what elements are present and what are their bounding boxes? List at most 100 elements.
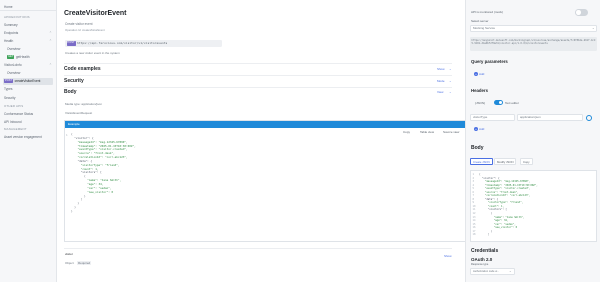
divider: [64, 248, 452, 249]
sidebar-item[interactable]: Summary: [4, 22, 53, 29]
method-badge: POST: [4, 78, 14, 84]
create-json-button[interactable]: Create JSON: [470, 158, 493, 165]
line-number: 1: [66, 133, 68, 137]
text-editor-toggle[interactable]: [494, 100, 503, 105]
sidebar-item-label: MANAGEMENT: [4, 127, 27, 131]
sidebar-section-caption: APIDEFINITIONS: [4, 14, 53, 21]
request-body-editor[interactable]: 1 2 3 4 5 6 7 8 9 10 11 12 13 14 15 16 1…: [470, 170, 597, 242]
sidebar-item-label: Endpoints: [4, 31, 19, 35]
sidebar-item-label: Conformance Status: [4, 112, 34, 116]
sidebar-item[interactable]: Overview: [7, 46, 53, 53]
sidebar-item-label: Overview: [7, 71, 21, 75]
schema-name: VisitorEventRequest: [65, 111, 93, 115]
server-select-value: Mocking Service: [473, 26, 496, 30]
divider: [64, 63, 452, 64]
body-view-toggle[interactable]: View: [437, 90, 443, 94]
plus-icon: +: [474, 127, 478, 131]
security-mode-toggle[interactable]: Mode: [437, 79, 445, 83]
sidebar-item-label: createVisitorEvent: [14, 79, 41, 83]
chevron-up-icon[interactable]: ⌃: [49, 30, 52, 37]
header-key-input[interactable]: visitorType: [470, 114, 515, 121]
request-body-code[interactable]: { "visitor": { "messageId": "msg-12345-6…: [479, 173, 538, 237]
sidebar-item[interactable]: Health ⌃: [4, 38, 53, 45]
add-query-param-button[interactable]: + Add: [474, 72, 484, 76]
chevron-down-icon: ⌄: [509, 269, 512, 273]
tab-example[interactable]: Example: [68, 121, 80, 128]
oauth-heading: OAuth 2.0: [471, 257, 493, 262]
chevron-up-icon[interactable]: ⌃: [49, 62, 52, 69]
sidebar-item-label: Overview: [7, 47, 21, 51]
json-label: {JSON}: [475, 101, 486, 105]
try-it-panel: API is monitored (mock) Select server Mo…: [465, 0, 600, 282]
method-badge: GET: [7, 54, 15, 60]
chevron-down-icon[interactable]: ⌄: [449, 90, 452, 94]
copy-button[interactable]: Copy: [403, 129, 410, 136]
operation-id: Operation Id: createVisitorEvent: [65, 28, 105, 32]
code-tab-bar: Example: [65, 121, 465, 128]
sidebar-item[interactable]: Types: [4, 86, 53, 93]
table-view-button[interactable]: Table view: [420, 129, 434, 136]
modify-json-button[interactable]: Modify JSON: [494, 158, 517, 165]
sidebar-section-caption: MANAGEMENT: [4, 126, 53, 133]
sidebar: Home APIDEFINITIONS Summary Endpoints ⌃ Healt…: [0, 0, 57, 282]
media-type: Media type: application/json: [65, 102, 103, 106]
chevron-down-icon: ⌄: [592, 26, 595, 30]
sidebar-item-label: OTHER APIS: [4, 104, 24, 108]
plus-icon: +: [474, 72, 478, 76]
code-example-panel: Example Copy Table view Source view 1 { …: [64, 120, 465, 242]
sidebar-item-label: APIDEFINITIONS: [4, 15, 30, 19]
chevron-down-icon[interactable]: ⌄: [449, 79, 452, 83]
sidebar-item[interactable]: API Inbound: [4, 119, 53, 126]
query-params-heading: Query parameters: [471, 59, 508, 64]
code-examples-toggle[interactable]: Show: [437, 67, 445, 71]
sidebar-item[interactable]: Endpoints ⌃: [4, 30, 53, 37]
required-badge: Required: [77, 261, 92, 265]
page-title: CreateVisitorEvent: [64, 10, 127, 17]
code-block[interactable]: { "visitor": { "messageId": "msg-12345-6…: [71, 132, 136, 214]
sidebar-item-label: Types: [4, 87, 13, 91]
copy-button[interactable]: Copy: [520, 158, 533, 165]
type-tag: Object: [65, 261, 74, 265]
code-line: ]: [479, 233, 490, 237]
divider: [64, 87, 452, 88]
source-view-button[interactable]: Source view: [443, 129, 459, 136]
sidebar-item[interactable]: Home: [4, 4, 53, 11]
sidebar-item[interactable]: POST createVisitorEvent: [3, 78, 53, 85]
sidebar-item[interactable]: Overview: [7, 70, 53, 77]
toggle-knob: [575, 9, 581, 15]
endpoint-url-bar[interactable]: POST https://api.ferocious.com/visitor/v…: [65, 40, 222, 47]
sidebar-item-label: Summary: [4, 23, 18, 27]
add-header-button[interactable]: + Add: [474, 127, 484, 131]
sidebar-item[interactable]: Conformance Status: [4, 111, 53, 118]
grant-label: Response type: [471, 263, 489, 266]
sidebar-item[interactable]: Asset version engagement: [4, 134, 53, 141]
sidebar-item-label: Health: [4, 39, 14, 43]
text-editor-label: Text editor: [505, 101, 519, 105]
main-content: CreateVisitorEvent Create visitor event …: [57, 0, 465, 282]
monitor-toggle-label: API is monitored (mock): [471, 10, 504, 14]
gear-icon[interactable]: [586, 115, 592, 121]
code-examples-heading: Code examples: [64, 66, 101, 72]
chevron-down-icon[interactable]: ⌄: [449, 67, 452, 71]
sidebar-item[interactable]: GET getHealth: [7, 54, 53, 61]
endpoint-summary: Creates a new visitor event in the syste…: [65, 51, 120, 55]
endpoint-url: https://api.ferocious.com/visitor/v1/vis…: [77, 41, 168, 45]
sidebar-item-label: getHealth: [15, 55, 30, 59]
sidebar-item-label: API Inbound: [4, 120, 22, 124]
chevron-up-icon[interactable]: ⌃: [49, 38, 52, 45]
header-value: application/json: [520, 115, 541, 119]
sidebar-item-label: VisitorLoInfo: [4, 63, 22, 67]
show-more-link[interactable]: Show: [444, 254, 452, 258]
sidebar-item[interactable]: VisitorLoInfo ⌃: [4, 62, 53, 69]
server-select[interactable]: Mocking Service ⌄: [470, 25, 597, 32]
endpoint-description: Create visitor event: [65, 22, 93, 26]
server-label: Select server: [471, 19, 489, 23]
monitor-toggle[interactable]: [575, 9, 588, 16]
grant-type-select[interactable]: Authorization code w... ⌄: [470, 268, 515, 275]
sidebar-item[interactable]: Security: [4, 95, 53, 102]
header-value-input[interactable]: application/json: [517, 114, 583, 121]
sidebar-item-label: Home: [4, 5, 13, 9]
code-line: }: [71, 208, 73, 213]
request-url-display[interactable]: https://anypoint.mulesoft.com/mocking/ap…: [470, 37, 597, 51]
add-label: Add: [479, 72, 485, 76]
